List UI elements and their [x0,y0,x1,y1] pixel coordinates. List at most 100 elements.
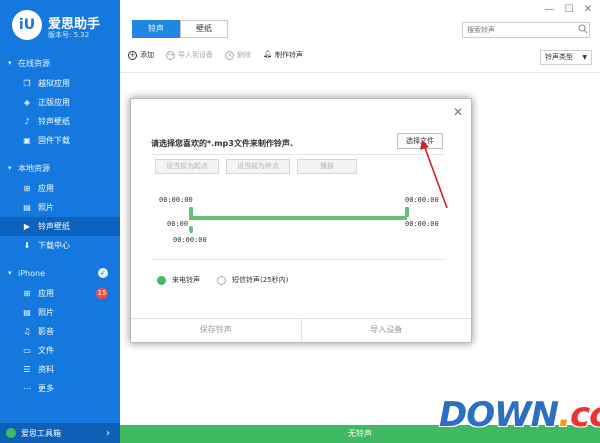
tab-wallpapers[interactable]: 壁纸 [180,20,228,38]
divider [151,154,445,155]
tab-bar: 铃声 壁纸 [132,20,228,38]
toolbox-button[interactable]: 爱思工具箱 › [0,423,120,443]
playhead-handle[interactable] [189,226,193,233]
more-icon: ⋯ [23,383,31,393]
sidebar-item-iphone-apps[interactable]: ⊞ 应用 15 [0,284,120,303]
sidebar-item-local-photos[interactable]: ▤ 照片 [0,198,120,217]
apps-icon: ⊞ [23,183,31,193]
sidebar-item-label: 照片 [38,308,54,317]
firmware-icon: ▣ [23,135,31,145]
radio-unchecked-icon [217,275,226,285]
sidebar-item-jailbreak-apps[interactable]: ❒ 越狱应用 [0,74,120,93]
sidebar-item-local-apps[interactable]: ⊞ 应用 [0,179,120,198]
download-icon: ⬇ [23,240,31,250]
radio-label: 来电铃声 [172,276,200,284]
sms-ringtone-radio[interactable]: 短信铃声(25秒内) [217,275,288,285]
chevron-down-icon: ▼ [582,54,587,61]
import-icon: ↪ [166,50,175,60]
sidebar-item-label: 下载中心 [38,241,70,250]
sidebar-item-local-ringtones[interactable]: ▶ 铃声壁纸 [0,217,120,236]
plus-icon: + [128,50,137,60]
media-icon: ♫ [23,326,31,336]
call-ringtone-radio[interactable]: 来电铃声 [157,275,200,285]
add-button[interactable]: + 添加 [128,50,154,60]
start-time-bottom: 00:00:00 [173,236,207,244]
dialog-prompt: 请选择您喜欢的*.mp3文件来制作铃声. [151,139,293,148]
sidebar-item-iphone-media[interactable]: ♫ 影音 [0,322,120,341]
app-logo-icon: iU [12,10,42,40]
box-icon: ❒ [23,78,31,88]
app-version: 版本号: 5.32 [48,31,90,39]
toolbox-label: 爱思工具箱 [21,428,61,438]
sidebar-item-ringtones-online[interactable]: ♪ 铃声壁纸 [0,112,120,131]
import-to-device-button[interactable]: ↪ 导入到设备 [166,50,213,60]
section-local[interactable]: ▾ 本地资源 [0,160,120,176]
delete-button[interactable]: × 删除 [225,50,251,60]
section-online[interactable]: ▾ 在线资源 [0,55,120,71]
action-toolbar: + 添加 ↪ 导入到设备 × 删除 🔔︎ 制作铃声 [128,50,303,60]
play-button[interactable]: 播放 [297,159,357,174]
folder-icon: ▭ [23,345,31,355]
watermark-logo: DOWN.cc [439,395,600,439]
make-ringtone-label: 制作铃声 [275,51,303,59]
window-controls: — ☐ ✕ [545,4,592,15]
watermark-suffix: cc [570,395,600,435]
sidebar-item-firmware[interactable]: ▣ 固件下载 [0,131,120,150]
import-device-button[interactable]: 导入设备 [300,319,472,342]
film-icon: ▶ [23,221,31,231]
start-time-top: 00:00:00 [159,196,193,204]
search-input[interactable] [462,22,590,38]
sidebar-item-iphone-files[interactable]: ▭ 文件 [0,341,120,360]
sidebar-item-label: 更多 [38,384,54,393]
bell-icon: 🔔︎ [263,49,272,58]
sidebar-item-label: 资料 [38,365,54,374]
make-ringtone-dialog: ✕ 请选择您喜欢的*.mp3文件来制作铃声. 选择文件 设当前为起点 设当前为终… [130,98,472,343]
toolbox-icon [6,428,16,438]
sidebar-item-official-apps[interactable]: ◈ 正版应用 [0,93,120,112]
app-store-icon: ◈ [23,97,31,107]
watermark-dot: . [558,395,571,435]
sidebar-item-label: 应用 [38,184,54,193]
chevron-right-icon: › [106,427,110,439]
sidebar-item-label: 固件下载 [38,136,70,145]
divider [151,259,445,260]
photo-icon: ▤ [23,307,31,317]
watermark-main: DOWN [439,395,559,435]
section-label: 在线资源 [18,58,50,68]
ringtone-type-value: 铃声类型 [545,53,573,61]
sidebar-item-label: 越狱应用 [38,79,70,88]
sidebar-item-label: 铃声壁纸 [38,117,70,126]
apps-icon: ⊞ [23,288,31,298]
divider [120,72,600,73]
sidebar-item-label: 应用 [38,289,54,298]
section-iphone[interactable]: ▾ iPhone ✓ [0,265,120,281]
set-start-button[interactable]: 设当前为起点 [155,159,219,174]
close-icon[interactable]: ✕ [584,4,592,15]
set-end-button[interactable]: 设当前为终点 [226,159,290,174]
sidebar-item-label: 文件 [38,346,54,355]
sidebar-item-iphone-more[interactable]: ⋯ 更多 [0,379,120,398]
count-badge: 15 [96,288,108,299]
ringtone-type-select[interactable]: 铃声类型 ▼ [540,50,592,65]
save-ringtone-button[interactable]: 保存铃声 [131,319,301,342]
chevron-down-icon: ▾ [8,269,12,277]
choose-file-button[interactable]: 选择文件 [397,133,443,149]
sidebar-item-label: 照片 [38,203,54,212]
section-label: iPhone [18,268,46,278]
chevron-down-icon: ▾ [8,59,12,67]
sidebar-item-iphone-data[interactable]: ☰ 资料 [0,360,120,379]
tab-ringtones[interactable]: 铃声 [132,20,180,38]
sidebar-item-download-center[interactable]: ⬇ 下载中心 [0,236,120,255]
selection-track[interactable] [189,216,407,220]
start-time-mid: 00:00 [167,220,189,228]
section-label: 本地资源 [18,163,50,173]
close-icon[interactable]: ✕ [453,105,463,119]
make-ringtone-button[interactable]: 🔔︎ 制作铃声 [263,50,303,60]
minimize-icon[interactable]: — [545,4,555,15]
search-icon[interactable] [578,24,588,34]
radio-checked-icon [157,275,166,285]
maximize-icon[interactable]: ☐ [565,4,574,15]
check-icon: ✓ [98,268,108,278]
sidebar-item-label: 铃声壁纸 [38,222,70,231]
sidebar-item-iphone-photos[interactable]: ▤ 照片 [0,303,120,322]
